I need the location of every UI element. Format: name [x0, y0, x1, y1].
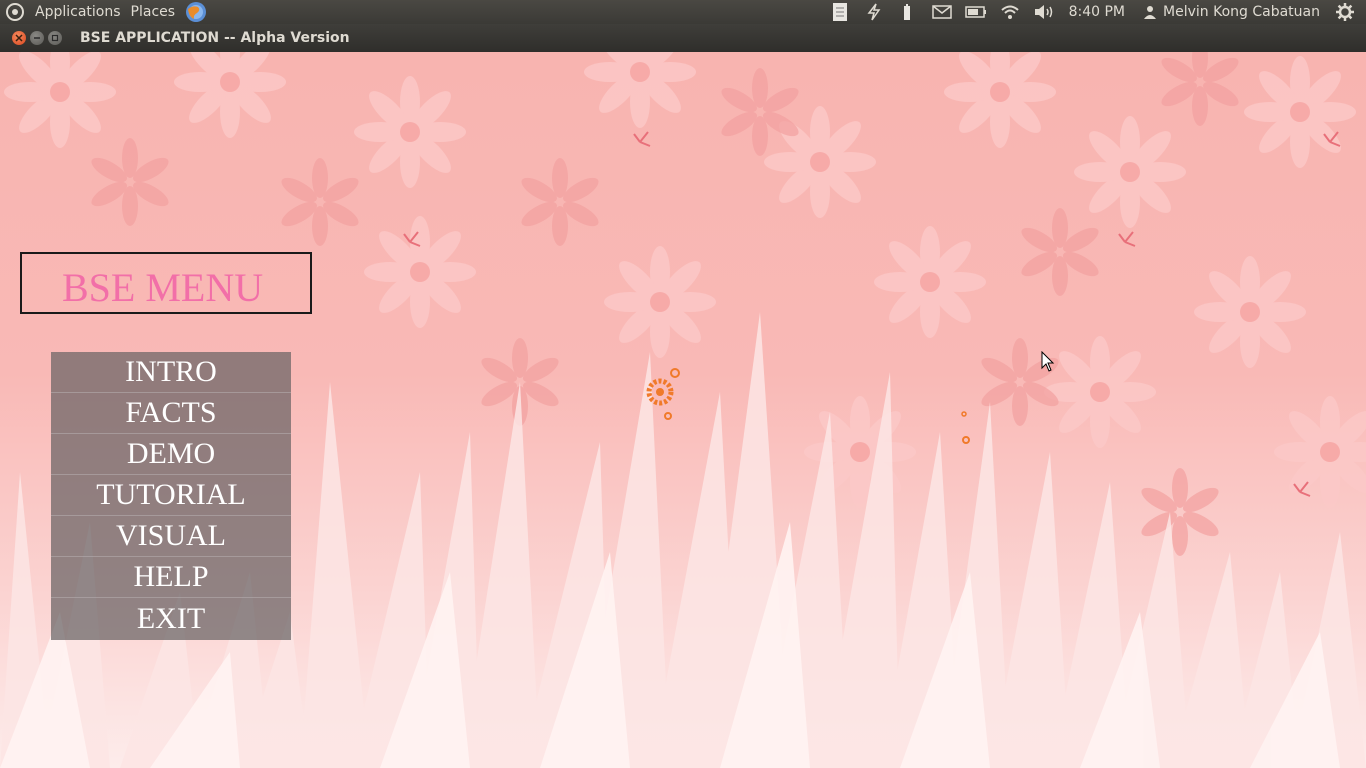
places-menu[interactable]: Places	[126, 0, 181, 24]
menu-item-intro[interactable]: INTRO	[51, 352, 291, 393]
close-button[interactable]	[12, 31, 26, 45]
window-title-bar[interactable]: BSE APPLICATION -- Alpha Version	[0, 24, 1366, 52]
menu-item-help[interactable]: HELP	[51, 557, 291, 598]
minimize-button[interactable]	[30, 31, 44, 45]
window-title: BSE APPLICATION -- Alpha Version	[80, 30, 350, 46]
web-browser-icon[interactable]	[180, 0, 212, 24]
menu-item-facts[interactable]: FACTS	[51, 393, 291, 434]
wifi-icon[interactable]	[993, 0, 1027, 24]
top-panel: Applications Places 8:40 PM Melvin Kong …	[0, 0, 1366, 24]
main-menu: INTRO FACTS DEMO TUTORIAL VISUAL HELP EX…	[51, 352, 291, 640]
applications-menu[interactable]: Applications	[30, 0, 126, 24]
mouse-cursor-icon	[1041, 351, 1055, 372]
mail-icon[interactable]	[925, 0, 959, 24]
menu-item-tutorial[interactable]: TUTORIAL	[51, 475, 291, 516]
menu-title: BSE MENU	[62, 265, 264, 310]
user-name: Melvin Kong Cabatuan	[1163, 4, 1320, 20]
battery-icon[interactable]	[959, 0, 993, 24]
menu-item-visual[interactable]: VISUAL	[51, 516, 291, 557]
menu-item-exit[interactable]: EXIT	[51, 598, 291, 639]
settings-gear-icon[interactable]	[1328, 0, 1362, 24]
minimize-icon	[34, 37, 40, 39]
menu-title-box: BSE MENU	[20, 252, 312, 314]
power-icon[interactable]	[857, 0, 891, 24]
close-icon	[15, 34, 23, 42]
orange-flower	[646, 368, 970, 444]
volume-icon[interactable]	[1027, 0, 1061, 24]
user-icon	[1144, 6, 1157, 19]
user-menu[interactable]: Melvin Kong Cabatuan	[1135, 4, 1328, 20]
clock[interactable]: 8:40 PM	[1061, 4, 1135, 20]
battery-small-icon[interactable]	[891, 0, 925, 24]
maximize-button[interactable]	[48, 31, 62, 45]
menu-item-demo[interactable]: DEMO	[51, 434, 291, 475]
maximize-icon	[51, 34, 59, 42]
app-content: BSE MENU INTRO FACTS DEMO TUTORIAL VISUA…	[0, 52, 1366, 768]
document-icon[interactable]	[823, 0, 857, 24]
ubuntu-logo-icon[interactable]	[0, 0, 30, 24]
